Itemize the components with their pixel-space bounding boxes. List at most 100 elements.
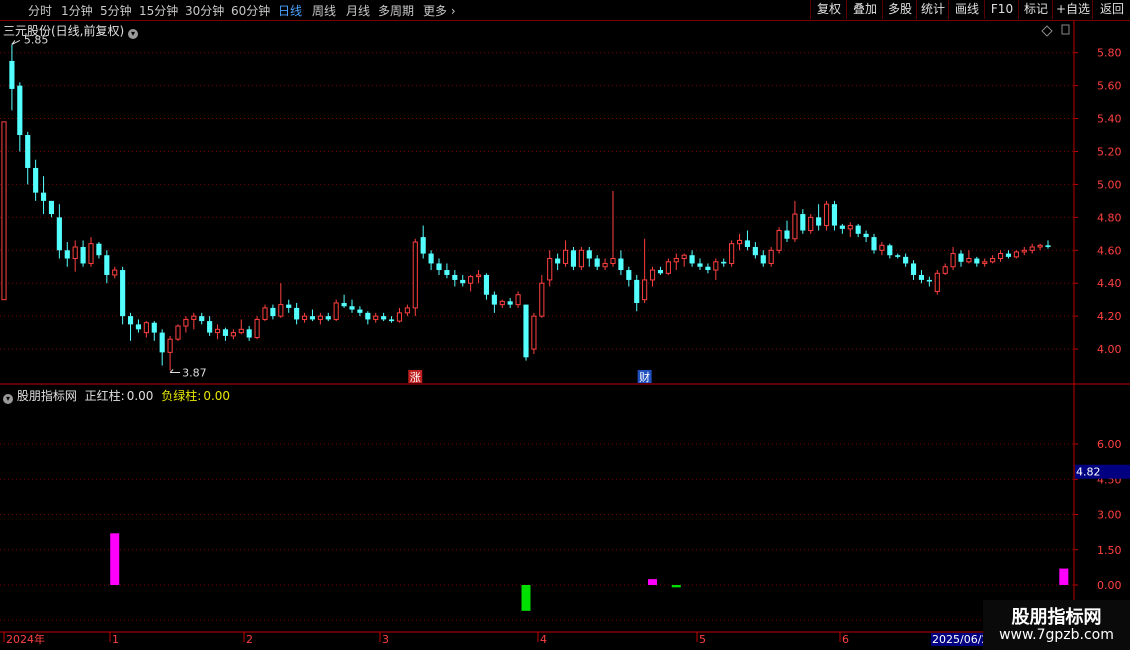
- candle-body-up: [562, 249, 569, 264]
- watermark-url: www.7gpzb.com: [999, 627, 1114, 643]
- candle-body-up: [412, 241, 418, 309]
- candle-body-down: [752, 246, 758, 256]
- candle-body-up: [847, 225, 853, 230]
- candle-body-up: [1029, 246, 1035, 251]
- neg-bar-value: 0.00: [203, 389, 231, 403]
- max-arrow: [11, 40, 21, 45]
- candle-body-up: [88, 243, 94, 264]
- candle-body-down: [586, 250, 592, 259]
- min-arrow: [169, 369, 181, 373]
- candle-body-up: [649, 269, 656, 281]
- candle-body-up: [278, 304, 284, 317]
- price-tick-label: 4.20: [1097, 310, 1122, 323]
- toolbar: 分时 1分钟 5分钟 15分钟 30分钟 60分钟 日线 周线 月线 多周期 更…: [0, 0, 1130, 21]
- period-tab-30min[interactable]: 30分钟: [185, 2, 224, 19]
- time-tick-label: 2024年: [6, 632, 45, 646]
- candle-body-down: [910, 263, 917, 275]
- multi-stock-button[interactable]: 多股: [882, 0, 917, 19]
- candle-body-down: [64, 250, 70, 259]
- candle-body-up: [301, 315, 308, 320]
- price-tick-label: 5.20: [1097, 145, 1122, 158]
- time-tick-label: 3: [382, 633, 389, 646]
- candle-body-down: [483, 274, 490, 295]
- candle-body-up: [736, 239, 743, 245]
- period-tab-1min[interactable]: 1分钟: [61, 2, 93, 19]
- add-watchlist-button[interactable]: +自选: [1052, 0, 1093, 19]
- mark-button[interactable]: 标记: [1018, 0, 1053, 19]
- period-tab-60min[interactable]: 60分钟: [231, 2, 270, 19]
- period-tab-monthly[interactable]: 月线: [346, 2, 370, 19]
- price-tick-label: 5.60: [1097, 80, 1122, 93]
- candle-body-up: [879, 244, 885, 251]
- time-tick-label: 2: [246, 633, 253, 646]
- candle-body-down: [436, 263, 442, 271]
- overlay-button[interactable]: 叠加: [846, 0, 883, 19]
- candle-body-down: [246, 329, 252, 338]
- candle-body-down: [555, 258, 561, 264]
- candle-body-up: [792, 213, 798, 240]
- event-marker-label: 财: [639, 370, 650, 384]
- period-tab-more[interactable]: 更多 ›: [423, 2, 456, 19]
- candle-body-up: [183, 318, 189, 327]
- candle-body-up: [776, 230, 782, 251]
- time-tick-label: 4: [540, 633, 547, 646]
- statistics-button[interactable]: 统计: [916, 0, 949, 19]
- restore-rights-button[interactable]: 复权: [810, 0, 847, 19]
- candle-body-up: [539, 282, 545, 317]
- chevron-down-icon[interactable]: ▾: [128, 29, 139, 39]
- candle-body-up: [1, 121, 7, 301]
- min-price-label: 3.87: [182, 366, 207, 379]
- back-button[interactable]: 返回: [1092, 0, 1130, 19]
- candle-body-up: [238, 328, 244, 334]
- candle-body-up: [531, 315, 537, 350]
- candle-body-up: [143, 322, 149, 334]
- candle-body-down: [958, 253, 964, 262]
- candle-body-down: [222, 329, 229, 336]
- candle-body-up: [713, 261, 719, 271]
- period-tab-15min[interactable]: 15分钟: [139, 2, 178, 19]
- candle-body-down: [207, 321, 213, 333]
- candle-body-down: [523, 304, 529, 358]
- indicator-bar-negative: [521, 585, 531, 611]
- f10-button[interactable]: F10: [984, 0, 1019, 19]
- draw-line-button[interactable]: 画线: [948, 0, 985, 19]
- candle-body-down: [618, 258, 624, 271]
- chevron-down-icon[interactable]: ▾: [3, 394, 13, 404]
- candle-body-down: [452, 274, 458, 280]
- indicator-tick-label: 6.00: [1097, 438, 1122, 451]
- candle-body-up: [1013, 251, 1019, 258]
- candle-body-up: [934, 272, 940, 292]
- candle-body-down: [428, 253, 434, 264]
- candle-body-up: [72, 246, 78, 260]
- candle-body-down: [48, 200, 55, 215]
- candle-body-up: [230, 332, 236, 337]
- candle-body-down: [721, 261, 727, 264]
- price-tick-label: 4.00: [1097, 343, 1122, 356]
- candle-body-down: [365, 312, 371, 320]
- pos-bar-value: 0.00: [126, 389, 154, 403]
- period-tab-5min[interactable]: 5分钟: [100, 2, 132, 19]
- candle-body-up: [966, 258, 972, 263]
- candle-body-down: [294, 307, 300, 320]
- candle-body-down: [705, 266, 711, 271]
- panel-toggle-icon: [1061, 24, 1070, 35]
- candle-body-down: [159, 332, 165, 353]
- period-tab-weekly[interactable]: 周线: [312, 2, 336, 19]
- candle-body-down: [491, 294, 497, 305]
- candle-body-down: [286, 304, 292, 308]
- candle-body-down: [657, 270, 664, 274]
- period-tab-multi[interactable]: 多周期: [378, 2, 414, 19]
- candle-body-down: [570, 250, 577, 267]
- candle-body-up: [602, 262, 608, 268]
- period-tab-timeshare[interactable]: 分时: [28, 2, 52, 19]
- candle-body-up: [578, 249, 584, 268]
- candle-body-up: [254, 318, 260, 339]
- candle-body-down: [800, 214, 806, 231]
- period-tab-daily[interactable]: 日线: [278, 2, 302, 19]
- candle-body-down: [309, 316, 316, 320]
- candle-body-down: [926, 279, 932, 282]
- more-label: 更多: [423, 4, 448, 18]
- candle-body-up: [642, 279, 648, 301]
- candle-body-up: [468, 276, 474, 284]
- price-tick-label: 5.00: [1097, 178, 1122, 191]
